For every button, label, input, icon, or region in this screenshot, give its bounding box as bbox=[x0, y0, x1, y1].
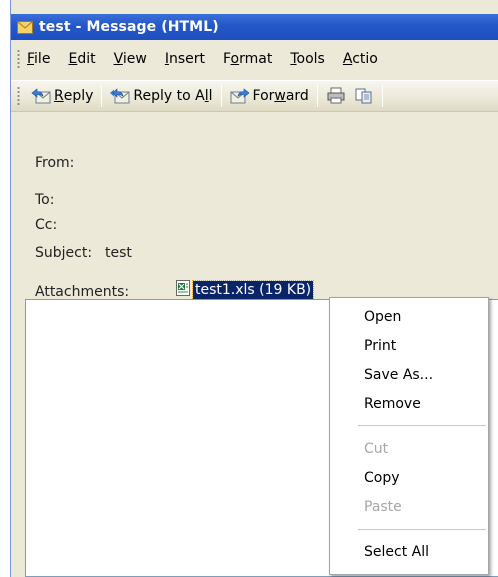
forward-icon bbox=[230, 88, 249, 104]
menu-item-select-all[interactable]: Select All bbox=[330, 540, 488, 564]
toolbar-separator bbox=[220, 85, 222, 107]
menu-item-remove[interactable]: Remove bbox=[330, 392, 488, 416]
menu-item-cut: Cut bbox=[364, 441, 389, 457]
toolbar-separator bbox=[316, 85, 318, 107]
menu-tools[interactable]: Tools bbox=[290, 51, 325, 67]
toolbar-separator bbox=[101, 85, 103, 107]
toolbar-separator bbox=[381, 85, 383, 107]
menu-actions[interactable]: Actio bbox=[343, 51, 378, 67]
reply-button[interactable]: Reply bbox=[27, 87, 97, 105]
envelope-icon bbox=[17, 20, 33, 34]
menu-separator bbox=[358, 529, 486, 530]
menu-separator bbox=[358, 425, 486, 426]
menu-item-save-as[interactable]: Save As... bbox=[330, 363, 488, 387]
menu-bar: File Edit View Insert Format Tools Actio bbox=[11, 44, 498, 74]
attachment-context-menu: Open Print Save As... Remove Cut Copy Pa… bbox=[329, 297, 489, 575]
reply-all-icon bbox=[110, 88, 130, 104]
reply-all-button[interactable]: Reply to All bbox=[106, 87, 216, 105]
copy-icon bbox=[355, 88, 372, 104]
menu-edit[interactable]: Edit bbox=[68, 51, 95, 67]
window-title: test - Message (HTML) bbox=[39, 19, 219, 35]
standard-toolbar: Reply Reply to All For w ard bbox=[11, 80, 498, 112]
menubar-grip[interactable] bbox=[17, 49, 20, 69]
reply-icon bbox=[31, 88, 51, 104]
message-header: From: To: Cc: Subject: test Attachments: bbox=[11, 113, 498, 300]
forward-button[interactable]: For w ard bbox=[226, 87, 313, 105]
attachment-item[interactable]: test1.xls (19 KB) bbox=[191, 280, 315, 301]
attachments-label: Attachments: bbox=[35, 284, 130, 300]
toolbar-grip[interactable] bbox=[17, 86, 20, 106]
menu-item-open[interactable]: Open bbox=[330, 305, 488, 329]
menu-item-copy[interactable]: Copy bbox=[330, 466, 488, 490]
cc-label: Cc: bbox=[35, 217, 58, 233]
message-window: test - Message (HTML) File Edit View Ins… bbox=[10, 0, 498, 577]
menu-item-paste: Paste bbox=[364, 499, 402, 515]
menu-insert[interactable]: Insert bbox=[165, 51, 205, 67]
copy-button[interactable] bbox=[354, 87, 374, 105]
menu-format[interactable]: Format bbox=[223, 51, 272, 67]
subject-label: Subject: bbox=[35, 245, 93, 261]
subject-value: test bbox=[105, 245, 132, 261]
print-icon bbox=[327, 87, 345, 104]
excel-file-icon[interactable] bbox=[175, 280, 191, 296]
title-bar[interactable]: test - Message (HTML) bbox=[11, 14, 498, 40]
menu-file[interactable]: File bbox=[27, 51, 50, 67]
menu-item-print[interactable]: Print bbox=[330, 334, 488, 358]
menu-view[interactable]: View bbox=[114, 51, 147, 67]
from-label: From: bbox=[35, 155, 75, 171]
to-label: To: bbox=[35, 192, 55, 208]
print-button[interactable] bbox=[326, 87, 346, 105]
